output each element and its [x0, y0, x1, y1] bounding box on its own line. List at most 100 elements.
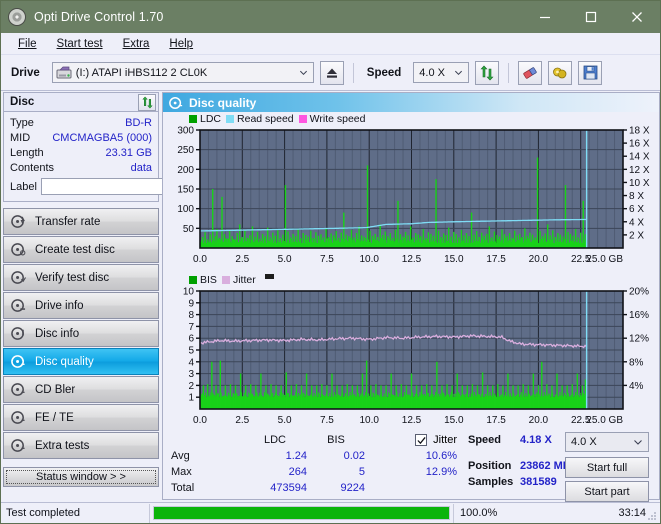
svg-text:20.0: 20.0 [529, 415, 549, 426]
svg-text:1: 1 [188, 393, 194, 404]
svg-text:12.5: 12.5 [402, 415, 422, 426]
menu-extra[interactable]: Extra [114, 35, 159, 53]
svg-text:0.0: 0.0 [193, 415, 207, 426]
sidebar-item-drive-info[interactable]: Drive info [3, 292, 159, 319]
speed-select[interactable]: 4.0 X [413, 62, 469, 83]
svg-text:7.5: 7.5 [320, 254, 334, 265]
svg-text:7.5: 7.5 [320, 415, 334, 426]
close-button[interactable] [614, 1, 660, 33]
svg-text:200: 200 [177, 165, 194, 176]
legend-swatch-jitter [222, 276, 230, 284]
stats-row-label: Avg [171, 450, 243, 462]
svg-text:10.0: 10.0 [359, 415, 379, 426]
svg-text:15.0: 15.0 [444, 254, 464, 265]
sidebar-item-disc-info[interactable]: Disc info [3, 320, 159, 347]
svg-text:8: 8 [188, 310, 194, 321]
content-header: Disc quality [163, 93, 659, 112]
title-bar: Opti Drive Control 1.70 [1, 1, 660, 33]
stats-header-bis: BIS [307, 434, 365, 446]
stats-avg-jitter: 10.6% [365, 450, 461, 462]
sidebar-item-create-test-disc[interactable]: Create test disc [3, 236, 159, 263]
erase-button[interactable] [518, 61, 542, 85]
sidebar-item-cd-bler[interactable]: CD Bler [3, 376, 159, 403]
sidebar-item-transfer-rate[interactable]: Transfer rate [3, 208, 159, 235]
start-full-button[interactable]: Start full [565, 457, 649, 478]
stats-header-jitter: Jitter [433, 434, 457, 446]
disc-panel-header: Disc [3, 92, 159, 112]
svg-text:25.0 GB: 25.0 GB [586, 415, 623, 426]
disc-panel-title: Disc [10, 96, 34, 108]
svg-text:150: 150 [177, 185, 194, 196]
sidebar-item-fe-te[interactable]: FE / TE [3, 404, 159, 431]
bis-plot: 1098765432120%16%12%8%4%0.02.55.07.510.0… [163, 286, 659, 434]
stats-max-jitter: 12.9% [365, 466, 461, 478]
svg-text:20.0: 20.0 [529, 254, 549, 265]
stats-header-ldc: LDC [243, 434, 307, 446]
svg-text:12 X: 12 X [629, 165, 650, 176]
eject-button[interactable] [320, 61, 344, 85]
speed-select-value: 4.0 X [419, 67, 445, 79]
drive-select-value: (I:) ATAPI iHBS112 2 CL0K [76, 67, 207, 79]
jitter-checkbox[interactable] [415, 434, 427, 446]
menu-help[interactable]: Help [160, 35, 202, 53]
resize-grip[interactable] [646, 509, 658, 521]
stats-avg-bis: 0.02 [307, 450, 365, 462]
sidebar-item-disc-quality[interactable]: Disc quality [3, 348, 159, 375]
disc-quality-icon [169, 96, 183, 110]
sidebar-item-label: Disc info [35, 328, 79, 340]
start-part-button[interactable]: Start part [565, 481, 649, 502]
stats-total-ldc: 473594 [243, 482, 307, 494]
maximize-button[interactable] [568, 1, 614, 33]
legend-bis: BIS [189, 274, 217, 286]
sidebar-item-extra-tests[interactable]: Extra tests [3, 432, 159, 459]
legend-swatch-read-speed [226, 115, 234, 123]
application-window: Opti Drive Control 1.70 File Start test … [0, 0, 661, 524]
svg-text:12.5: 12.5 [402, 254, 422, 265]
readout-speed-label: Speed [468, 434, 520, 446]
toolbar-separator-2 [508, 63, 509, 83]
disc-info-row-contents: Contents data [10, 160, 152, 175]
svg-text:50: 50 [183, 224, 195, 235]
disc-icon [11, 354, 26, 369]
svg-text:300: 300 [177, 126, 194, 137]
disc-icon [11, 382, 26, 397]
svg-text:5.0: 5.0 [278, 415, 292, 426]
minimize-button[interactable] [522, 1, 568, 33]
app-icon [8, 8, 26, 26]
test-speed-select[interactable]: 4.0 X [565, 432, 649, 452]
readout-position-label: Position [468, 460, 520, 472]
bis-chart-legend: BIS Jitter [163, 273, 659, 286]
content-panel: Disc quality LDC Read speed Write speed [162, 92, 660, 500]
svg-text:8%: 8% [629, 357, 644, 368]
readout-samples-label: Samples [468, 476, 520, 488]
refresh-button[interactable] [475, 61, 499, 85]
svg-text:16 X: 16 X [629, 139, 650, 150]
sidebar-item-label: Verify test disc [35, 272, 109, 284]
status-window-button[interactable]: Status window > > [3, 467, 159, 487]
stats-area: LDC BIS Jitter Avg 1.24 0.02 10 [163, 429, 659, 499]
drive-select[interactable]: (I:) ATAPI iHBS112 2 CL0K [52, 62, 314, 83]
menu-start-test[interactable]: Start test [48, 35, 112, 53]
disc-refresh-button[interactable] [138, 94, 156, 111]
progress-bar-fill [154, 507, 449, 519]
legend-read-speed: Read speed [226, 113, 294, 125]
save-button[interactable] [578, 61, 602, 85]
disc-label-row: Label [10, 177, 152, 196]
legend-jitter: Jitter [222, 274, 256, 286]
svg-text:25.0 GB: 25.0 GB [586, 254, 623, 265]
start-part-label: Start part [584, 486, 629, 498]
menu-file[interactable]: File [9, 35, 46, 53]
jitter-header-cell: Jitter [365, 434, 461, 446]
svg-text:100: 100 [177, 204, 194, 215]
svg-text:17.5: 17.5 [486, 415, 506, 426]
legend-swatch-write-speed [299, 115, 307, 123]
chevron-down-icon [454, 68, 463, 77]
bulb-button[interactable] [548, 61, 572, 85]
eraser-icon [521, 65, 539, 81]
menu-bar: File Start test Extra Help [1, 33, 660, 55]
svg-text:10 X: 10 X [629, 178, 650, 189]
refresh-icon [141, 96, 154, 109]
chart-marker-icon [265, 274, 274, 279]
sidebar-item-verify-test-disc[interactable]: Verify test disc [3, 264, 159, 291]
svg-text:4 X: 4 X [629, 217, 644, 228]
